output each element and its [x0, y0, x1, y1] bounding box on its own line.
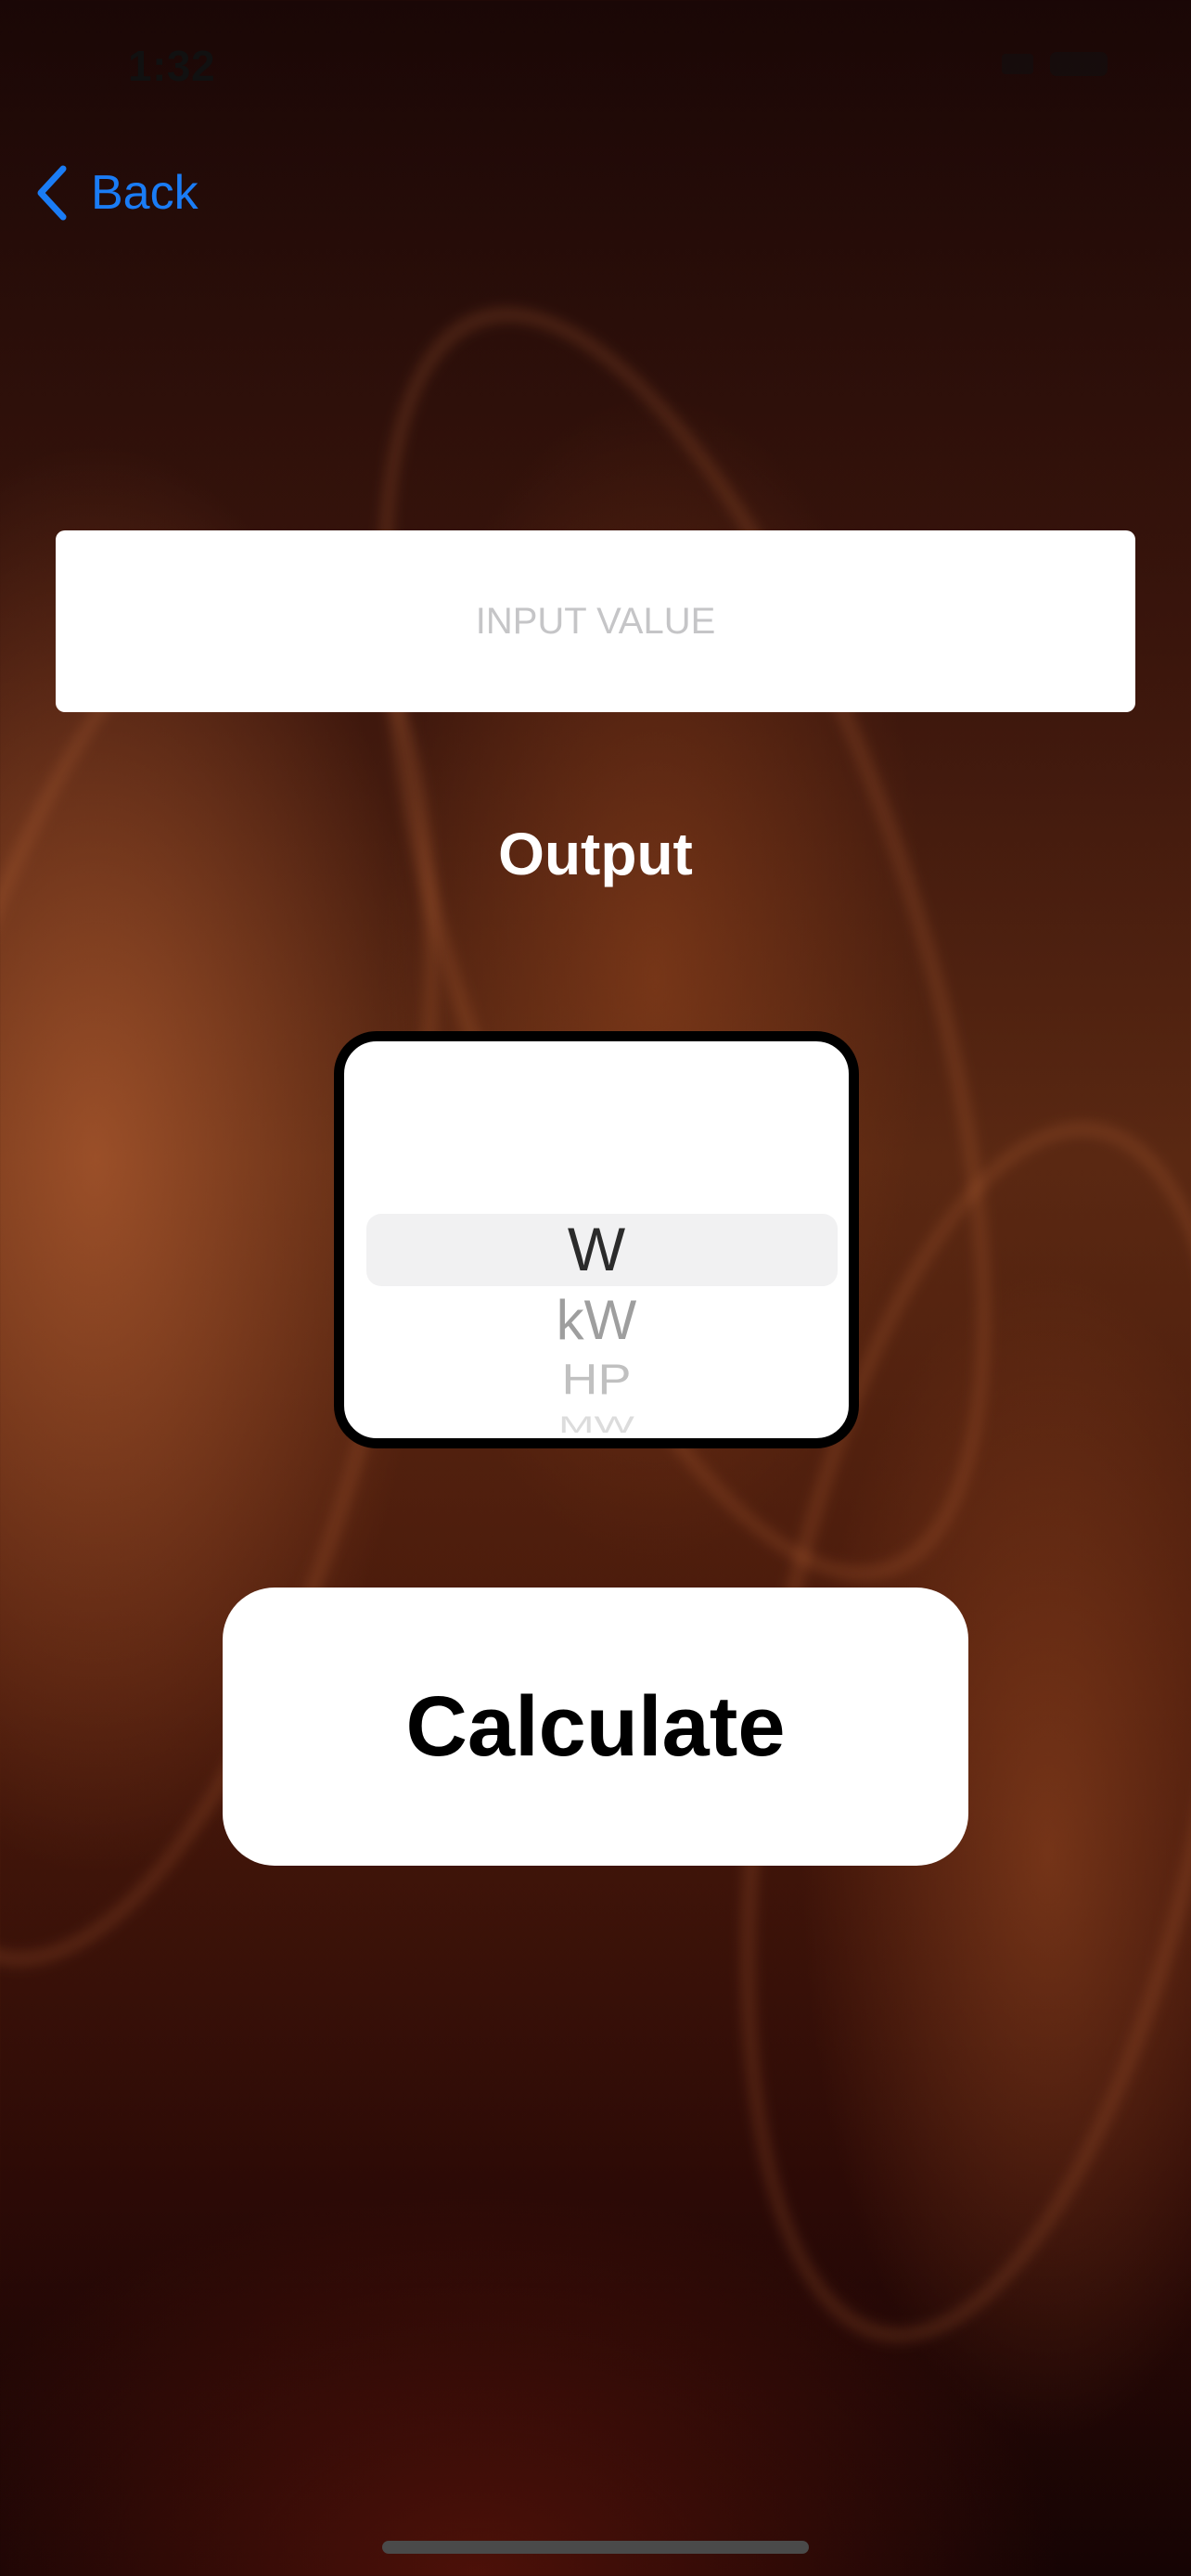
calculate-button[interactable]: Calculate	[223, 1588, 968, 1866]
unit-picker[interactable]: W kW HP MW	[334, 1031, 859, 1448]
output-label: Output	[498, 821, 693, 887]
back-label: Back	[91, 166, 198, 220]
picker-item-kw[interactable]: kW	[344, 1288, 849, 1352]
home-indicator[interactable]	[382, 2541, 809, 2554]
chevron-left-icon	[37, 165, 67, 221]
status-icons	[1002, 52, 1108, 76]
back-button[interactable]: Back	[33, 163, 198, 223]
signal-icon	[1002, 54, 1033, 74]
battery-icon	[1050, 52, 1108, 76]
picker-item-hp[interactable]: HP	[344, 1356, 849, 1405]
picker-item-w[interactable]: W	[344, 1214, 849, 1284]
status-time: 1:32	[128, 42, 216, 90]
value-input[interactable]	[56, 530, 1135, 712]
picker-item-mw[interactable]: MW	[344, 1410, 849, 1438]
